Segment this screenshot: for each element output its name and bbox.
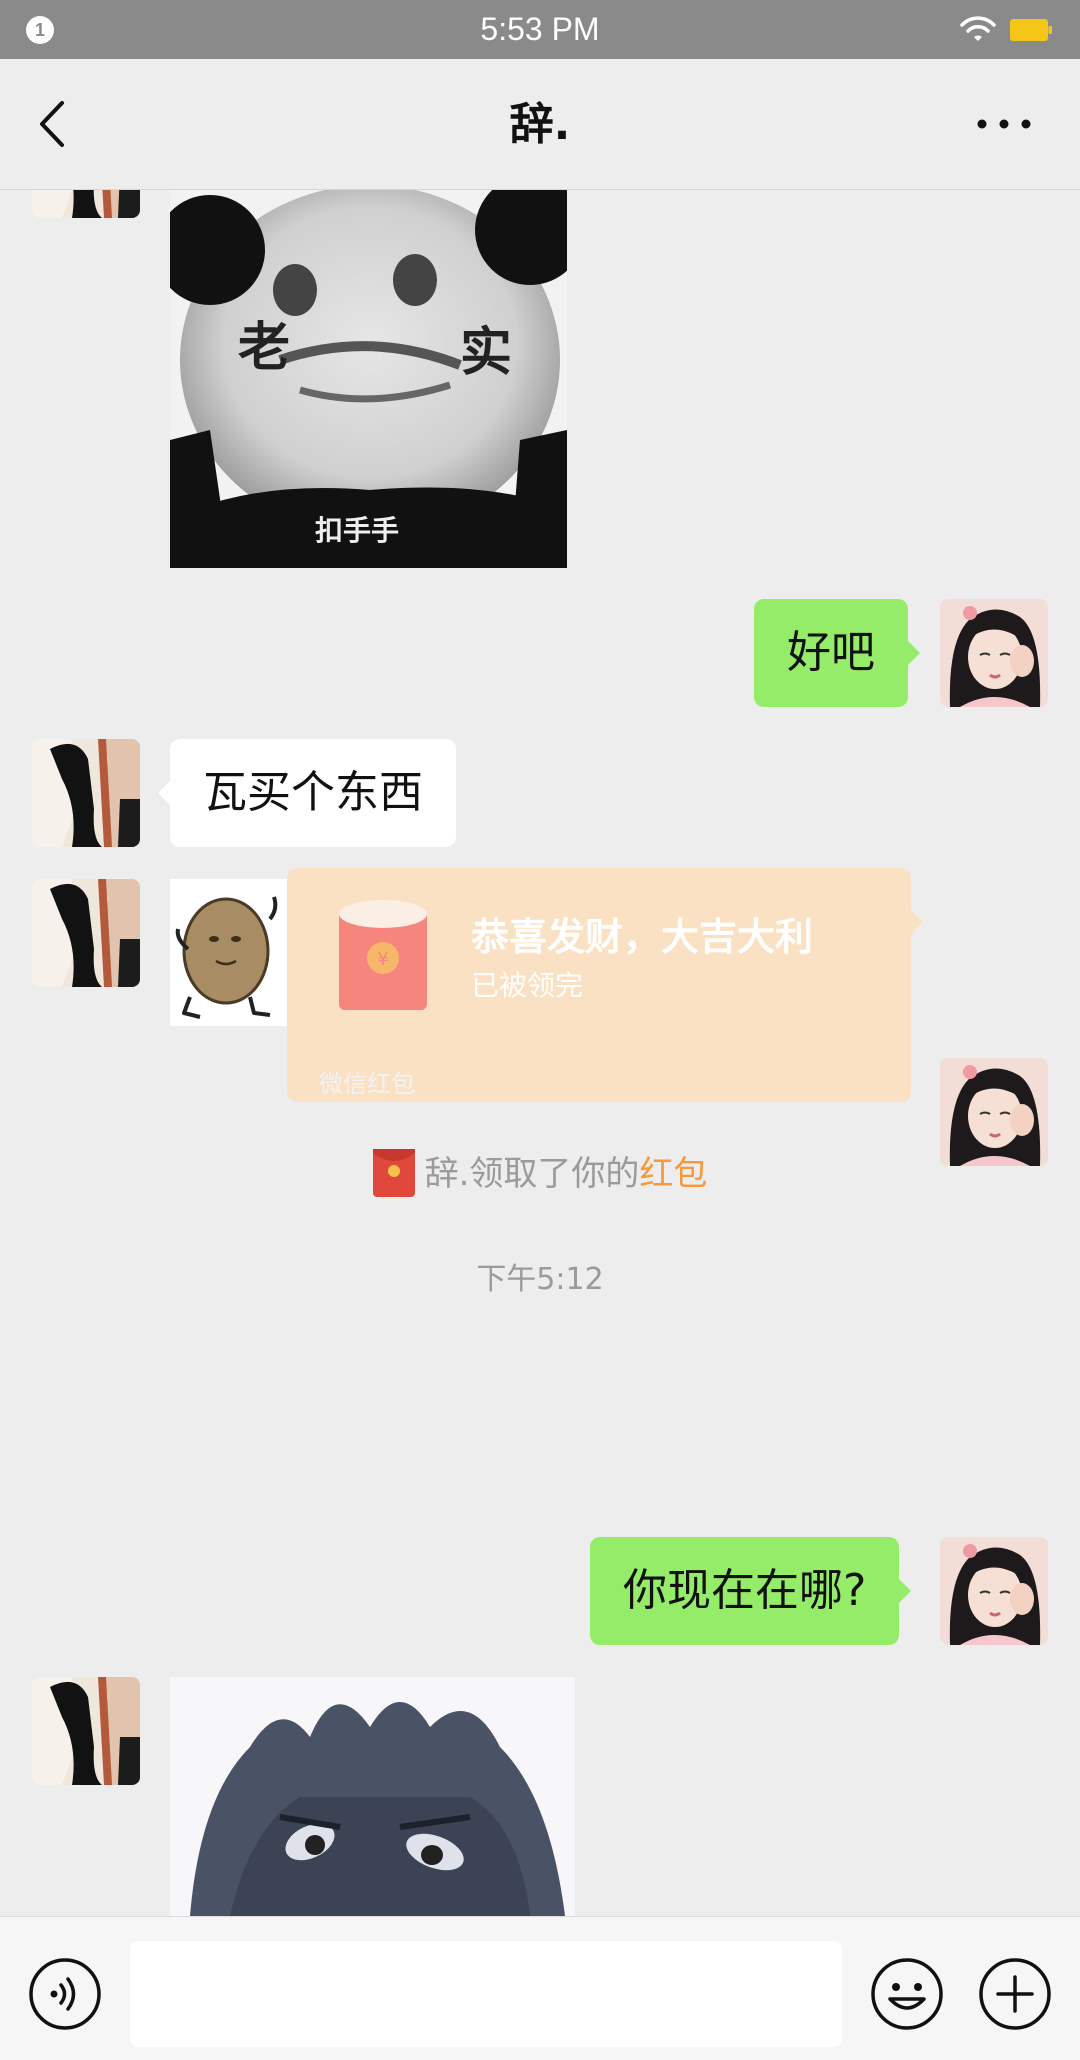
- sticker-text-right: 实: [460, 323, 512, 383]
- outgoing-message[interactable]: 你现在在哪?: [590, 1537, 912, 1645]
- notice-red-packet-link[interactable]: 红包: [639, 1154, 707, 1194]
- red-packet-title: 恭喜发财，大吉大利: [471, 915, 814, 959]
- incoming-message[interactable]: 瓦买个东西: [158, 739, 456, 847]
- system-notice: 辞.领取了你的红包: [0, 1148, 1080, 1200]
- status-bar: 1 5:53 PM: [0, 0, 1080, 59]
- sticker-text-left: 老: [238, 318, 290, 378]
- my-avatar[interactable]: [940, 1537, 1048, 1645]
- battery-icon: [1010, 19, 1052, 41]
- add-attachment-icon[interactable]: [978, 1957, 1052, 2031]
- input-toolbar: [0, 1916, 1080, 2060]
- red-packet-status: 已被领完: [471, 969, 584, 1002]
- notice-text: 辞.领取了你的: [424, 1154, 640, 1194]
- chat-title: 辞.: [509, 99, 571, 150]
- contact-avatar[interactable]: [32, 879, 140, 987]
- message-timestamp: 下午5:12: [476, 1262, 604, 1297]
- voice-input-icon[interactable]: [28, 1957, 102, 2031]
- red-packet-card[interactable]: ¥ 恭喜发财，大吉大利 已被领完 微信红包: [287, 868, 923, 1102]
- status-time: 5:53 PM: [480, 11, 600, 47]
- more-options-icon[interactable]: [974, 111, 1034, 137]
- my-avatar[interactable]: [940, 599, 1048, 707]
- contact-avatar[interactable]: [32, 190, 140, 218]
- sticker-dark-blob[interactable]: [170, 1677, 575, 1916]
- contact-avatar[interactable]: [32, 739, 140, 847]
- sticker-caption: 扣手手: [315, 514, 399, 547]
- chat-header: 辞.: [0, 59, 1080, 190]
- sticker-potato[interactable]: [170, 879, 291, 1026]
- wifi-icon: [960, 16, 996, 41]
- red-packet-icon: [372, 1148, 415, 1197]
- message-input[interactable]: [130, 1941, 842, 2047]
- emoji-icon[interactable]: [870, 1957, 944, 2031]
- red-packet-label: 微信红包: [319, 1070, 415, 1098]
- contact-avatar[interactable]: [32, 1677, 140, 1785]
- outgoing-message[interactable]: 好吧: [754, 599, 920, 707]
- svg-text:¥: ¥: [377, 949, 388, 970]
- red-envelope-icon: ¥: [339, 900, 427, 1010]
- sticker-panda-laoshi[interactable]: 老 实 扣手手: [170, 190, 567, 568]
